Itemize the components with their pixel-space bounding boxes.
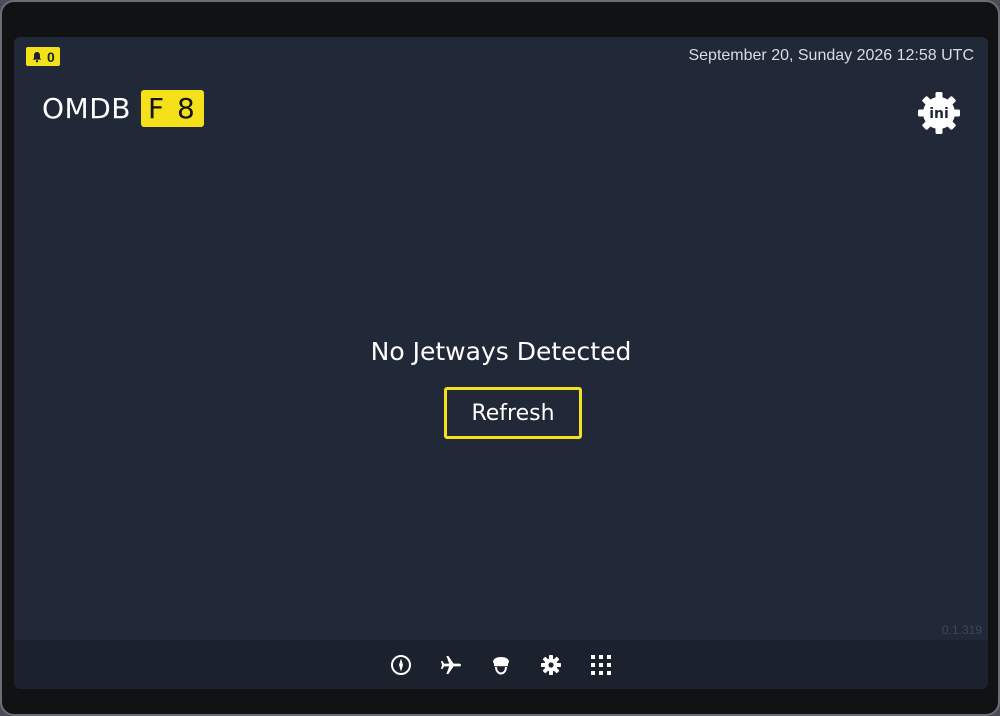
nav-settings[interactable] [539,653,563,677]
gate-badge: F 8 [140,90,204,127]
bottom-nav [14,640,988,689]
ini-label: ini [929,106,949,122]
device-bezel: 0 September 20, Sunday 2026 12:58 UTC OM… [0,0,1000,716]
empty-state: No Jetways Detected [14,337,988,366]
nav-airplane[interactable] [439,653,463,677]
gate-header: OMDB F 8 [42,90,204,127]
app-screen: 0 September 20, Sunday 2026 12:58 UTC OM… [14,37,988,689]
ini-settings-button[interactable]: ini [916,90,962,136]
no-jetways-message: No Jetways Detected [370,337,632,366]
airport-code: OMDB [42,92,131,125]
version-label: 0.1.319 [941,623,982,637]
nav-apps[interactable] [589,653,613,677]
notification-badge[interactable]: 0 [26,47,60,66]
airplane-icon [441,655,461,674]
bell-icon [32,51,42,62]
refresh-button[interactable]: Refresh [444,387,582,439]
notification-count: 0 [47,48,55,65]
grid-icon [591,654,611,675]
datetime: September 20, Sunday 2026 12:58 UTC [688,47,974,64]
pilot-cap-icon [493,656,509,675]
ini-gear-icon: ini [918,92,960,134]
nav-pilot[interactable] [489,653,513,677]
gear-icon [541,654,561,675]
status-bar: 0 September 20, Sunday 2026 12:58 UTC [14,37,988,77]
compass-icon [391,654,411,675]
nav-compass[interactable] [389,653,413,677]
